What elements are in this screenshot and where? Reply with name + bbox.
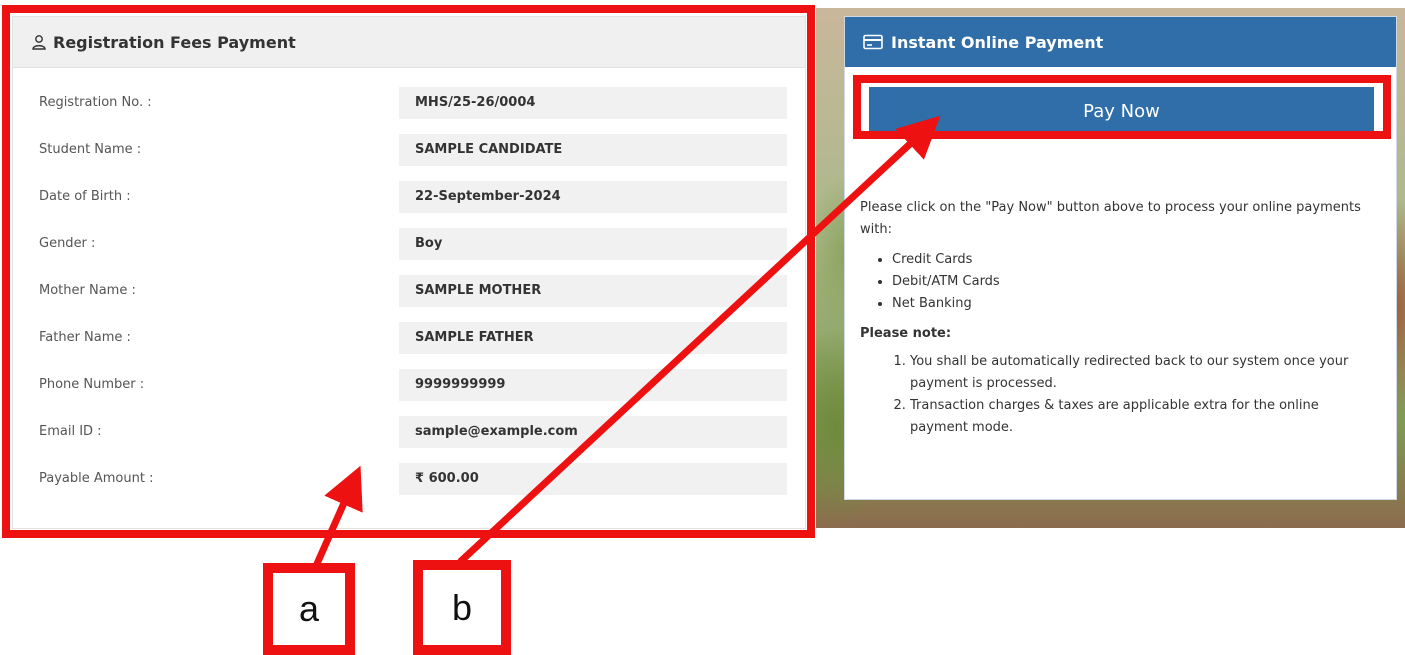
payment-panel-title: Instant Online Payment: [891, 32, 1104, 52]
annotation-label-a: a: [263, 563, 355, 655]
payment-methods-list: Credit Cards Debit/ATM Cards Net Banking: [860, 249, 1380, 315]
list-item: Credit Cards: [892, 249, 1380, 271]
note-title: Please note:: [860, 326, 952, 341]
payment-intro-text: Please click on the "Pay Now" button abo…: [860, 200, 1361, 237]
annotation-box-b: [853, 75, 1391, 139]
list-item: Net Banking: [892, 293, 1380, 315]
list-item: Transaction charges & taxes are applicab…: [910, 395, 1380, 439]
payment-instructions: Please click on the "Pay Now" button abo…: [860, 197, 1380, 439]
credit-card-icon: [863, 34, 883, 50]
annotation-box-a: [2, 5, 815, 538]
notes-list: You shall be automatically redirected ba…: [860, 351, 1380, 439]
list-item: You shall be automatically redirected ba…: [910, 351, 1380, 395]
list-item: Debit/ATM Cards: [892, 271, 1380, 293]
payment-panel-header: Instant Online Payment: [845, 17, 1396, 67]
annotation-label-b: b: [413, 560, 511, 655]
